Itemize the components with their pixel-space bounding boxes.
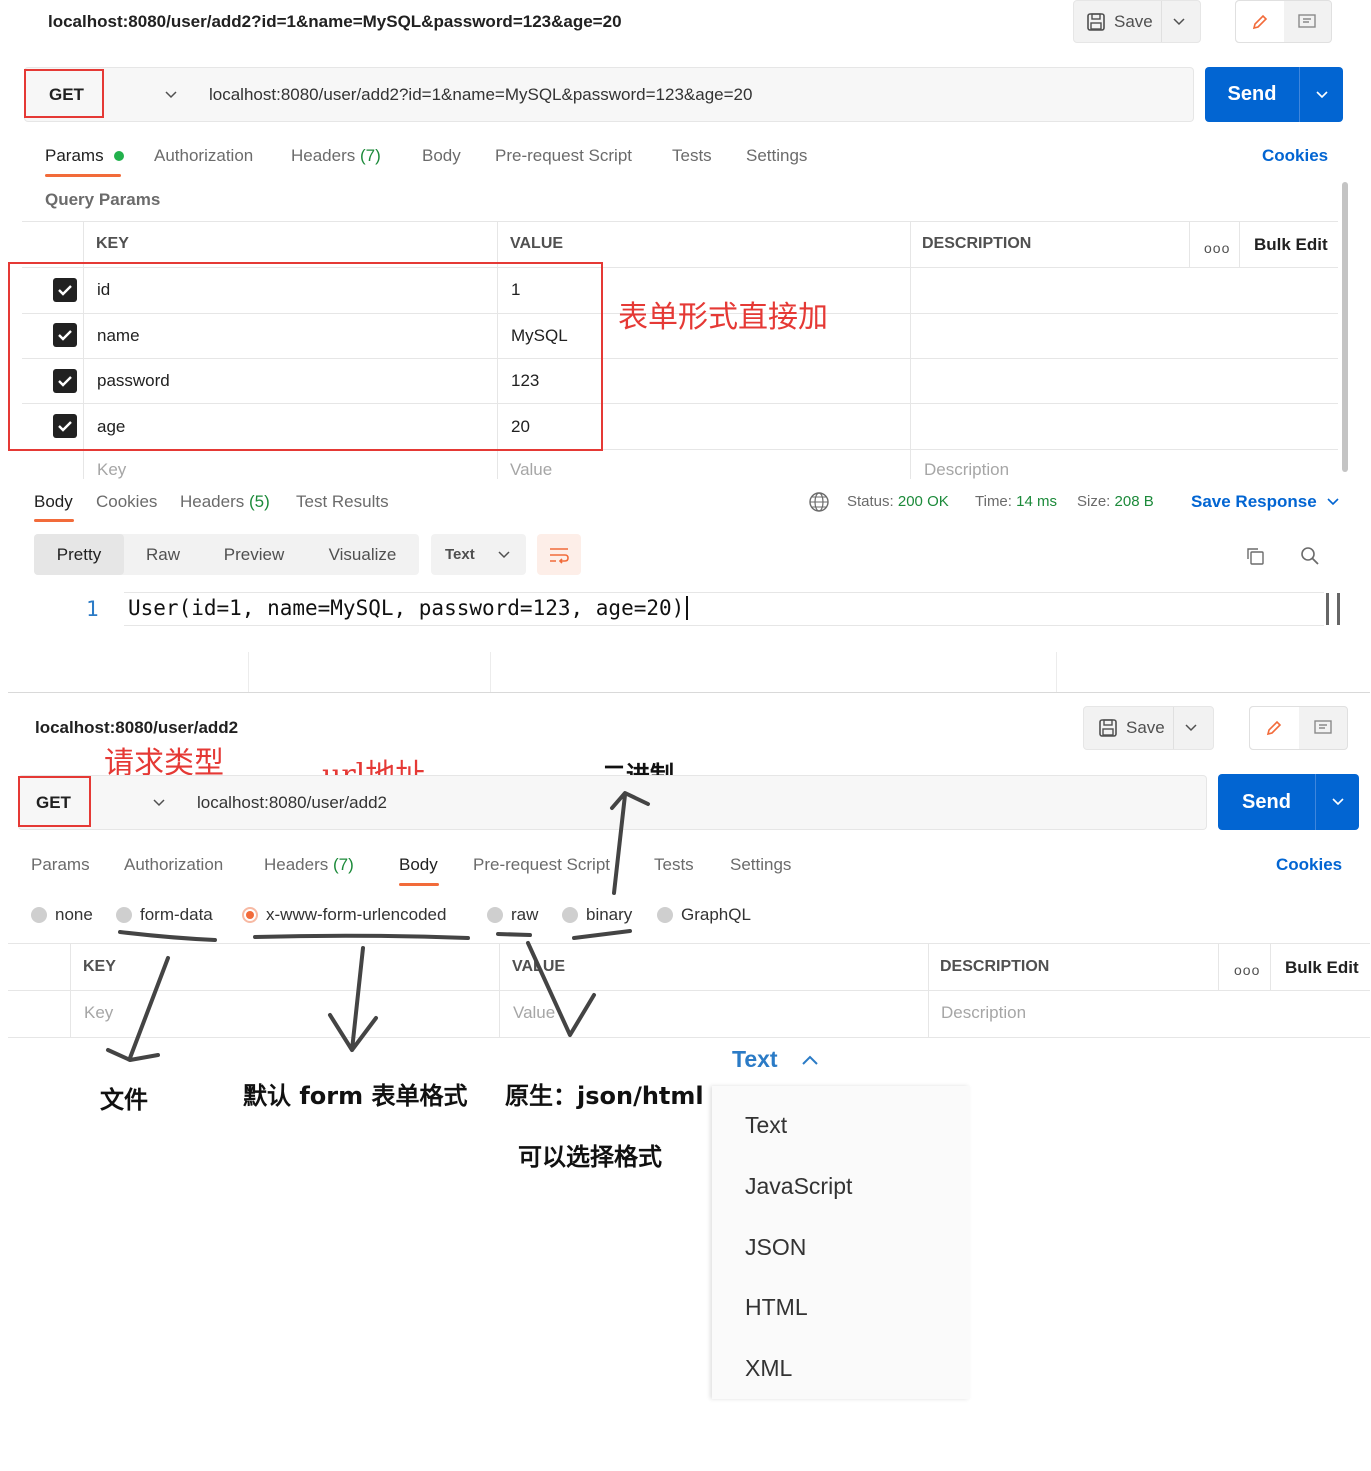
format-option-text[interactable]: Text [745, 1112, 787, 1139]
format-option-html[interactable]: HTML [745, 1294, 808, 1321]
annotation-raw: 原生：json/html [505, 1082, 704, 1110]
format-dropdown-toggle[interactable]: Text [732, 1046, 818, 1073]
format-option-javascript[interactable]: JavaScript [745, 1173, 852, 1200]
format-current: Text [732, 1046, 778, 1072]
chevron-up-icon [801, 1055, 818, 1065]
format-option-xml[interactable]: XML [745, 1355, 792, 1382]
annotation-default-form: 默认 form 表单格式 [243, 1082, 468, 1110]
format-option-json[interactable]: JSON [745, 1234, 806, 1261]
annotation-file: 文件 [100, 1086, 148, 1114]
annotation-strokes [106, 791, 650, 1062]
annotation-choose-format: 可以选择格式 [518, 1143, 662, 1171]
